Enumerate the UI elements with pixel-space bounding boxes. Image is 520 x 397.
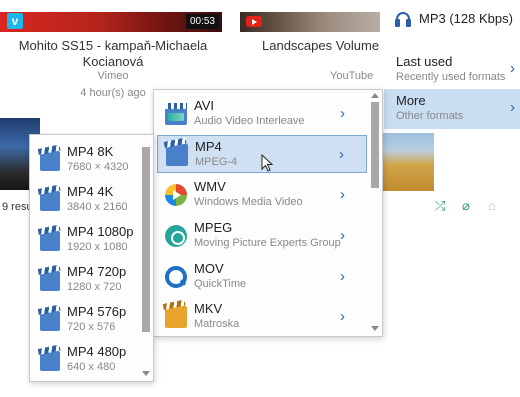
category-subtitle: Recently used formats	[396, 71, 506, 83]
resolution-item-1080p[interactable]: MP4 1080p 1920 x 1080	[36, 221, 141, 261]
resolution-item-720p[interactable]: MP4 720p 1280 x 720	[36, 261, 141, 301]
chevron-right-icon: ›	[340, 105, 345, 122]
format-item-avi[interactable]: AVI Audio Video Interleave ›	[157, 95, 367, 133]
mp4-icon	[40, 151, 60, 171]
format-description: QuickTime	[194, 278, 247, 290]
tag-icon[interactable]: ⌂	[488, 199, 496, 213]
resolution-name: MP4 576p	[67, 304, 127, 319]
format-name: MOV	[194, 261, 224, 276]
mp4-icon	[40, 351, 60, 371]
format-item-mkv[interactable]: MKV Matroska ›	[157, 298, 367, 336]
resolution-size: 640 x 480	[67, 361, 116, 373]
resolution-item-576p[interactable]: MP4 576p 720 x 576	[36, 301, 141, 341]
format-description: Audio Video Interleave	[194, 115, 305, 127]
resolution-size: 1280 x 720	[67, 281, 122, 293]
headphones-icon	[395, 12, 411, 27]
format-list-scrollbar[interactable]	[369, 90, 381, 336]
resolution-name: MP4 8K	[67, 144, 114, 159]
mkv-icon	[165, 306, 187, 328]
format-name: MKV	[194, 301, 223, 316]
format-name: MP4	[195, 139, 222, 154]
mp4-icon	[40, 191, 60, 211]
youtube-icon	[246, 16, 262, 27]
chevron-right-icon: ›	[339, 146, 344, 163]
format-name: WMV	[194, 179, 226, 194]
resolution-name: MP4 480p	[67, 344, 127, 359]
resolution-size: 3840 x 2160	[67, 201, 128, 213]
category-title: Last used	[396, 54, 453, 69]
resolution-name: MP4 720p	[67, 264, 127, 279]
resolution-size: 1920 x 1080	[67, 241, 128, 253]
format-item-mov[interactable]: MOV QuickTime ›	[157, 258, 367, 296]
category-more[interactable]: More Other formats ›	[384, 89, 520, 129]
format-description: MPEG-4	[195, 156, 238, 168]
quicktime-icon	[165, 266, 187, 288]
video-title-mohito[interactable]: Mohito SS15 - kampaň-Michaela Kocianová	[8, 38, 218, 70]
video-title-line: Mohito SS15 - kampaň-Michaela	[18, 38, 208, 53]
chevron-right-icon: ›	[510, 99, 515, 116]
resolution-name: MP4 4K	[67, 184, 114, 199]
scrollbar-thumb[interactable]	[371, 102, 379, 188]
category-last-used[interactable]: Last used Recently used formats ›	[384, 50, 520, 90]
format-description: Windows Media Video	[194, 196, 303, 208]
resolution-list-scrollbar[interactable]	[140, 135, 152, 381]
resolution-item-480p[interactable]: MP4 480p 640 x 480	[36, 341, 141, 381]
video-title-line: Kocianová	[82, 54, 144, 69]
scroll-up-arrow-icon[interactable]	[371, 93, 379, 98]
output-format-selector[interactable]: MP3 (128 Kbps)	[393, 9, 520, 29]
resolution-list-panel[interactable]: MP4 8K 7680 × 4320 MP4 4K 3840 x 2160 MP…	[29, 134, 154, 382]
video-thumbnail-landscapes[interactable]	[240, 12, 380, 32]
format-item-mpeg[interactable]: MPEG Moving Picture Experts Group ›	[157, 217, 367, 255]
wmv-icon	[165, 184, 187, 206]
mp4-icon	[40, 311, 60, 331]
resolution-name: MP4 1080p	[67, 224, 134, 239]
video-source: Vimeo	[97, 70, 129, 82]
video-title-landscapes[interactable]: Landscapes Volume	[262, 38, 382, 54]
paperclip-icon[interactable]: ⌀	[462, 199, 470, 213]
format-name: MPEG	[194, 220, 233, 235]
vimeo-icon: v	[7, 13, 23, 29]
mp4-icon	[40, 231, 60, 251]
format-description: Moving Picture Experts Group	[194, 237, 341, 249]
scroll-down-arrow-icon[interactable]	[142, 371, 150, 376]
format-name: AVI	[194, 98, 214, 113]
chevron-right-icon: ›	[340, 308, 345, 325]
scrollbar-thumb[interactable]	[142, 147, 150, 332]
chevron-right-icon: ›	[340, 186, 345, 203]
results-count: 9 resu	[2, 201, 33, 213]
mpeg-icon	[165, 225, 187, 247]
video-thumbnail-mohito[interactable]: v 00:53	[0, 12, 222, 32]
format-item-wmv[interactable]: WMV Windows Media Video ›	[157, 176, 367, 214]
format-description: Matroska	[194, 318, 240, 330]
category-subtitle: Other formats	[396, 110, 464, 122]
scroll-down-arrow-icon[interactable]	[371, 326, 379, 331]
resolution-size: 720 x 576	[67, 321, 116, 333]
video-duration: 00:53	[185, 14, 219, 29]
chevron-right-icon: ›	[340, 227, 345, 244]
shuffle-icon[interactable]: ⤮	[435, 199, 445, 213]
avi-icon	[165, 103, 187, 125]
resolution-item-4k[interactable]: MP4 4K 3840 x 2160	[36, 181, 141, 221]
resolution-size: 7680 × 4320	[67, 161, 129, 173]
resolution-item-8k[interactable]: MP4 8K 7680 × 4320	[36, 141, 141, 181]
category-title: More	[396, 93, 426, 108]
output-format-label: MP3 (128 Kbps)	[419, 11, 513, 26]
format-list-panel[interactable]: AVI Audio Video Interleave › MP4 MPEG-4 …	[153, 89, 383, 337]
mp4-icon	[166, 144, 188, 166]
chevron-right-icon: ›	[340, 268, 345, 285]
video-source: YouTube	[330, 70, 374, 82]
chevron-right-icon: ›	[510, 60, 515, 77]
mp4-icon	[40, 271, 60, 291]
